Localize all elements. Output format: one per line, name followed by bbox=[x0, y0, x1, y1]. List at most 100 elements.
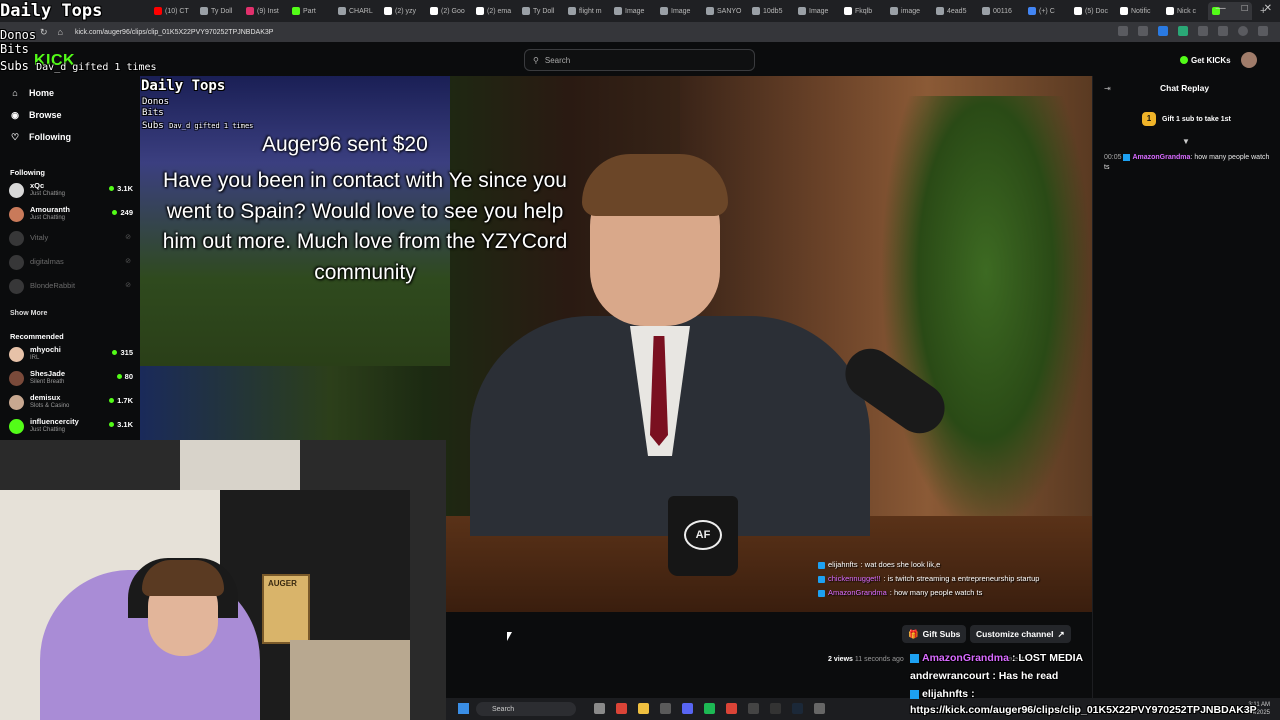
browser-tab[interactable]: Fkqlb bbox=[840, 2, 884, 20]
browser-tab[interactable]: Nick c bbox=[1162, 2, 1206, 20]
webcam-hair bbox=[142, 560, 224, 596]
get-kicks-button[interactable]: Get KICKs bbox=[1180, 53, 1231, 67]
extension-icon[interactable] bbox=[1178, 26, 1188, 36]
sidebar-channel[interactable]: Amouranth Just Chatting 249 bbox=[9, 204, 133, 224]
sidebar-channel[interactable]: xQc Just Chatting 3.1K bbox=[9, 180, 133, 200]
tab-favicon-icon bbox=[430, 7, 438, 15]
browser-tab[interactable]: (2) yzy bbox=[380, 2, 424, 20]
browser-tab[interactable]: image bbox=[886, 2, 930, 20]
sidebar-channel[interactable]: mhyochi IRL 315 bbox=[9, 344, 133, 364]
chat-username[interactable]: AmazonGrandma bbox=[1132, 154, 1190, 161]
browser-tab[interactable]: Ty Doll bbox=[196, 2, 240, 20]
browser-tab[interactable]: SANYO bbox=[702, 2, 746, 20]
taskbar-search[interactable]: Search bbox=[476, 702, 576, 716]
spotify-icon[interactable] bbox=[704, 703, 715, 714]
discord-icon[interactable] bbox=[682, 703, 693, 714]
browser-tab[interactable]: (2) Goo bbox=[426, 2, 470, 20]
tab-favicon-icon bbox=[1028, 7, 1036, 15]
home-icon: ⌂ bbox=[12, 88, 18, 98]
folder-icon[interactable] bbox=[638, 703, 649, 714]
customize-channel-button[interactable]: Customize channel ↗ bbox=[970, 625, 1071, 643]
app-icon[interactable] bbox=[770, 703, 781, 714]
browser-tabstrip: (10) CT Ty Doll (9) Inst Part CHARL (2) yzy (2… bbox=[0, 0, 1280, 22]
browser-tab[interactable]: (5) Doc bbox=[1070, 2, 1114, 20]
browser-tab[interactable]: 4ead5 bbox=[932, 2, 976, 20]
webcam-poster: AUGER bbox=[262, 574, 310, 644]
viewer-count-value: 3.1K bbox=[117, 420, 133, 429]
channel-avatar bbox=[9, 371, 24, 386]
minimize-icon[interactable]: — bbox=[1216, 3, 1226, 14]
sidebar-channel[interactable]: demisux Slots & Casino 1.7K bbox=[9, 392, 133, 412]
stream-chat-line: https://kick.com/auger96/clips/clip_01K5… bbox=[910, 704, 1257, 716]
app-icon[interactable] bbox=[660, 703, 671, 714]
sidebar-channel[interactable]: BlondeRabbit ⊘ bbox=[9, 276, 133, 296]
browser-tab[interactable]: 00116 bbox=[978, 2, 1022, 20]
close-icon[interactable]: ✕ bbox=[1264, 3, 1272, 14]
sidebar-item-following[interactable]: ♡ Following bbox=[10, 132, 71, 142]
daily-tops-donos: Donos bbox=[0, 28, 37, 42]
channel-avatar bbox=[9, 419, 24, 434]
refresh-icon[interactable]: ↻ bbox=[40, 27, 48, 38]
search-placeholder: Search bbox=[544, 55, 571, 65]
tab-label: flight m bbox=[579, 7, 602, 15]
tab-favicon-icon bbox=[338, 7, 346, 15]
maximize-icon[interactable]: □ bbox=[1242, 3, 1248, 14]
tab-label: Image bbox=[671, 7, 691, 15]
browser-tab[interactable]: flight m bbox=[564, 2, 608, 20]
browser-tab[interactable]: (10) CT bbox=[150, 2, 194, 20]
settings-icon[interactable] bbox=[814, 703, 825, 714]
windows-start-icon[interactable] bbox=[458, 703, 469, 714]
zoom-icon[interactable] bbox=[1118, 26, 1128, 36]
tab-favicon-icon bbox=[614, 7, 622, 15]
bookmark-star-icon[interactable] bbox=[1138, 26, 1148, 36]
extension-icon[interactable] bbox=[1158, 26, 1168, 36]
steam-icon[interactable] bbox=[792, 703, 803, 714]
overlay-chat-text: : wat does she look lik,e bbox=[860, 560, 941, 569]
user-avatar[interactable] bbox=[1241, 52, 1257, 68]
browser-tab[interactable]: Image bbox=[610, 2, 654, 20]
menu-icon[interactable] bbox=[1258, 26, 1268, 36]
chrome-icon[interactable] bbox=[616, 703, 627, 714]
tab-label: Image bbox=[625, 7, 645, 15]
sidebar-item-label: Browse bbox=[29, 110, 62, 120]
browser-tab[interactable]: 10db5 bbox=[748, 2, 792, 20]
channel-name: xQc bbox=[30, 181, 45, 190]
home-icon[interactable]: ⌂ bbox=[58, 27, 63, 38]
sidebar-item-home[interactable]: ⌂ Home bbox=[10, 88, 54, 98]
browser-tab[interactable]: (2) ema bbox=[472, 2, 516, 20]
gift-subs-button[interactable]: 🎁 Gift Subs bbox=[902, 625, 967, 643]
subs-label: Subs bbox=[0, 59, 29, 73]
extension-icon[interactable] bbox=[1218, 26, 1228, 36]
sidebar-channel[interactable]: Vitaly ⊘ bbox=[9, 228, 133, 248]
browser-tab[interactable]: (+) C bbox=[1024, 2, 1068, 20]
viewer-count-value: 315 bbox=[120, 348, 133, 357]
mouse-cursor-icon bbox=[507, 632, 512, 641]
sidebar-item-browse[interactable]: ◉ Browse bbox=[10, 110, 62, 120]
gift-leaderboard-banner[interactable]: 1 Gift 1 sub to take 1st bbox=[1142, 112, 1231, 126]
browser-tab[interactable]: Image bbox=[794, 2, 838, 20]
offline-icon: ⊘ bbox=[125, 234, 131, 241]
browser-tab[interactable]: Notific bbox=[1116, 2, 1160, 20]
extension-icons bbox=[1118, 26, 1268, 36]
browser-tab[interactable]: Image bbox=[656, 2, 700, 20]
profile-icon[interactable] bbox=[1238, 26, 1248, 36]
pinned-toggle-icon[interactable]: ▼ bbox=[1182, 137, 1190, 146]
tab-label: Ty Doll bbox=[211, 7, 233, 15]
browser-tab[interactable]: Ty Doll bbox=[518, 2, 562, 20]
url-field[interactable]: kick.com/auger96/clips/clip_01K5X22PVY97… bbox=[75, 29, 273, 36]
sidebar-channel[interactable]: digitalmas ⊘ bbox=[9, 252, 133, 272]
obs-icon[interactable] bbox=[748, 703, 759, 714]
offline-icon: ⊘ bbox=[125, 258, 131, 265]
collapse-chat-icon[interactable]: ⇥ bbox=[1104, 84, 1111, 93]
sidebar-channel[interactable]: ShesJade Silent Breath 80 bbox=[9, 368, 133, 388]
tab-label: (9) Inst bbox=[257, 7, 279, 15]
show-more-button[interactable]: Show More bbox=[10, 310, 47, 317]
browser-tab[interactable]: CHARL bbox=[334, 2, 378, 20]
file-explorer-icon[interactable] bbox=[594, 703, 605, 714]
browser-tab[interactable]: (9) Inst bbox=[242, 2, 286, 20]
sidebar-channel[interactable]: influencercity Just Chatting 3.1K bbox=[9, 416, 133, 436]
chrome-icon[interactable] bbox=[726, 703, 737, 714]
search-input[interactable]: ⚲ Search bbox=[524, 49, 755, 71]
browser-tab[interactable]: Part bbox=[288, 2, 332, 20]
extension-icon[interactable] bbox=[1198, 26, 1208, 36]
